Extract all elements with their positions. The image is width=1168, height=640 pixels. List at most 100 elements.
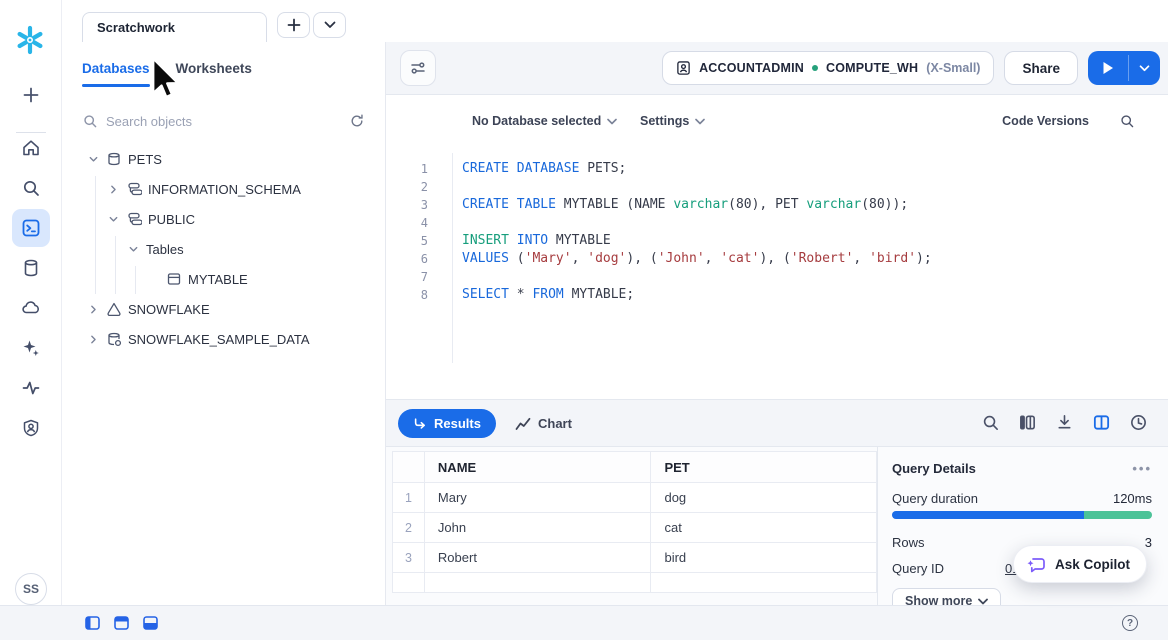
layout-left-icon[interactable] xyxy=(85,616,100,630)
cell-name[interactable]: Robert xyxy=(424,543,651,573)
data-icon[interactable] xyxy=(21,258,41,278)
tree-item-information_schema[interactable]: INFORMATION_SCHEMA xyxy=(62,174,385,204)
object-explorer-panel: Databases Worksheets PETS INFORMATION_SCH… xyxy=(62,42,386,605)
column-header-pet[interactable]: PET xyxy=(651,452,877,483)
sql-editor[interactable]: No Database selected Settings Code Versi… xyxy=(386,95,1168,399)
admin-icon[interactable] xyxy=(21,418,41,438)
tree-item-snowflake_sample_data[interactable]: SNOWFLAKE_SAMPLE_DATA xyxy=(62,324,385,354)
worksheet-tab-scratchwork[interactable]: Scratchwork xyxy=(82,12,267,42)
cell-pet[interactable]: dog xyxy=(651,483,877,513)
code-line-6[interactable]: 6VALUES ('Mary', 'dog'), ('John', 'cat')… xyxy=(386,250,1168,268)
home-icon[interactable] xyxy=(21,138,41,158)
chevron-right-icon[interactable] xyxy=(106,182,120,196)
tree-item-tables[interactable]: Tables xyxy=(62,234,385,264)
tree-item-public[interactable]: PUBLIC xyxy=(62,204,385,234)
ai-icon[interactable] xyxy=(21,338,41,358)
more-menu-icon[interactable]: ••• xyxy=(1132,461,1152,476)
code-line-2[interactable]: 2 xyxy=(386,178,1168,196)
search-icon xyxy=(82,113,98,129)
results-table-area: NAMEPET1Marydog2Johncat3Robertbird xyxy=(386,447,877,605)
line-number: 7 xyxy=(386,268,428,286)
query-duration-label: Query duration xyxy=(892,491,978,506)
tree-item-label: PETS xyxy=(128,152,162,167)
layout-bottom-icon[interactable] xyxy=(143,616,158,630)
cell-name[interactable]: Mary xyxy=(424,483,651,513)
download-icon[interactable] xyxy=(1055,413,1074,432)
results-toolbar: Results Chart xyxy=(386,399,1168,447)
cell-pet[interactable]: cat xyxy=(651,513,877,543)
rows-value: 3 xyxy=(1145,535,1152,550)
line-number: 5 xyxy=(386,232,428,250)
tab-databases[interactable]: Databases xyxy=(82,61,150,76)
history-icon[interactable] xyxy=(1129,413,1148,432)
table-row[interactable]: 1Marydog xyxy=(393,483,877,513)
tree-item-label: INFORMATION_SCHEMA xyxy=(148,182,301,197)
column-header-name[interactable]: NAME xyxy=(424,452,651,483)
cloud-icon[interactable] xyxy=(21,298,41,318)
results-table[interactable]: NAMEPET1Marydog2Johncat3Robertbird xyxy=(392,451,877,593)
search-icon[interactable] xyxy=(21,178,41,198)
code-line-7[interactable]: 7 xyxy=(386,268,1168,286)
chevron-spacer xyxy=(146,272,160,286)
code-text: SELECT * FROM MYTABLE; xyxy=(462,286,634,304)
tab-worksheets[interactable]: Worksheets xyxy=(176,61,252,76)
tab-chart[interactable]: Chart xyxy=(515,409,572,438)
run-button[interactable] xyxy=(1088,51,1128,85)
tab-results[interactable]: Results xyxy=(398,409,496,438)
new-worksheet-icon[interactable] xyxy=(21,85,41,105)
copilot-icon xyxy=(1026,554,1047,574)
code-line-3[interactable]: 3CREATE TABLE MYTABLE (NAME varchar(80),… xyxy=(386,196,1168,214)
query-details-title: Query Details xyxy=(892,461,976,476)
results-search-icon[interactable] xyxy=(981,413,1000,432)
snowflake-logo[interactable] xyxy=(14,24,46,56)
activity-icon[interactable] xyxy=(21,378,41,398)
warehouse-label: COMPUTE_WH xyxy=(826,61,918,75)
code-versions-button[interactable]: Code Versions xyxy=(1002,110,1089,132)
share-button[interactable]: Share xyxy=(1004,51,1078,85)
chevron-right-icon[interactable] xyxy=(86,332,100,346)
code-text: VALUES ('Mary', 'dog'), ('John', 'cat'),… xyxy=(462,250,932,268)
code-line-5[interactable]: 5INSERT INTO MYTABLE xyxy=(386,232,1168,250)
settings-menu[interactable]: Settings xyxy=(640,110,705,132)
run-options-button[interactable] xyxy=(1129,51,1160,85)
shared-database-icon xyxy=(106,331,122,347)
tree-item-label: SNOWFLAKE_SAMPLE_DATA xyxy=(128,332,310,347)
code-line-8[interactable]: 8SELECT * FROM MYTABLE; xyxy=(386,286,1168,304)
help-icon[interactable]: ? xyxy=(1122,615,1138,631)
editor-search-icon[interactable] xyxy=(1119,110,1135,132)
tree-item-mytable[interactable]: MYTABLE xyxy=(62,264,385,294)
code-line-4[interactable]: 4 xyxy=(386,214,1168,232)
layout-top-icon[interactable] xyxy=(114,616,129,630)
cell-pet[interactable]: bird xyxy=(651,543,877,573)
chevron-down-icon[interactable] xyxy=(126,242,140,256)
chevron-down-icon[interactable] xyxy=(86,152,100,166)
split-view-icon[interactable] xyxy=(1092,413,1111,432)
database-selector[interactable]: No Database selected xyxy=(472,110,617,132)
search-objects-input[interactable] xyxy=(106,114,341,129)
columns-icon[interactable] xyxy=(1018,413,1037,432)
tab-list-dropdown-button[interactable] xyxy=(313,12,346,38)
duration-bar-other xyxy=(1084,511,1152,519)
line-number: 2 xyxy=(386,178,428,196)
table-row[interactable]: 3Robertbird xyxy=(393,543,877,573)
worksheet-options-button[interactable] xyxy=(400,50,436,86)
chevron-right-icon[interactable] xyxy=(86,302,100,316)
context-selector[interactable]: ACCOUNTADMIN COMPUTE_WH (X-Small) xyxy=(662,51,994,85)
code-line-1[interactable]: 1CREATE DATABASE PETS; xyxy=(386,160,1168,178)
role-badge-icon xyxy=(676,60,691,76)
sql-code[interactable]: 1CREATE DATABASE PETS;23CREATE TABLE MYT… xyxy=(386,160,1168,304)
tree-item-snowflake[interactable]: SNOWFLAKE xyxy=(62,294,385,324)
duration-bar-execution xyxy=(892,511,1084,519)
ask-copilot-button[interactable]: Ask Copilot xyxy=(1013,545,1147,583)
refresh-icon[interactable] xyxy=(349,113,365,129)
projects-icon[interactable] xyxy=(21,218,41,238)
warehouse-size-label: (X-Small) xyxy=(926,61,980,75)
table-row[interactable]: 2Johncat xyxy=(393,513,877,543)
user-avatar[interactable]: SS xyxy=(15,573,47,605)
show-more-button[interactable]: Show more xyxy=(892,588,1001,605)
cell-name[interactable]: John xyxy=(424,513,651,543)
tree-item-pets[interactable]: PETS xyxy=(62,144,385,174)
new-tab-button[interactable] xyxy=(277,12,310,38)
chevron-down-icon[interactable] xyxy=(106,212,120,226)
left-nav-rail: SS xyxy=(0,0,62,640)
